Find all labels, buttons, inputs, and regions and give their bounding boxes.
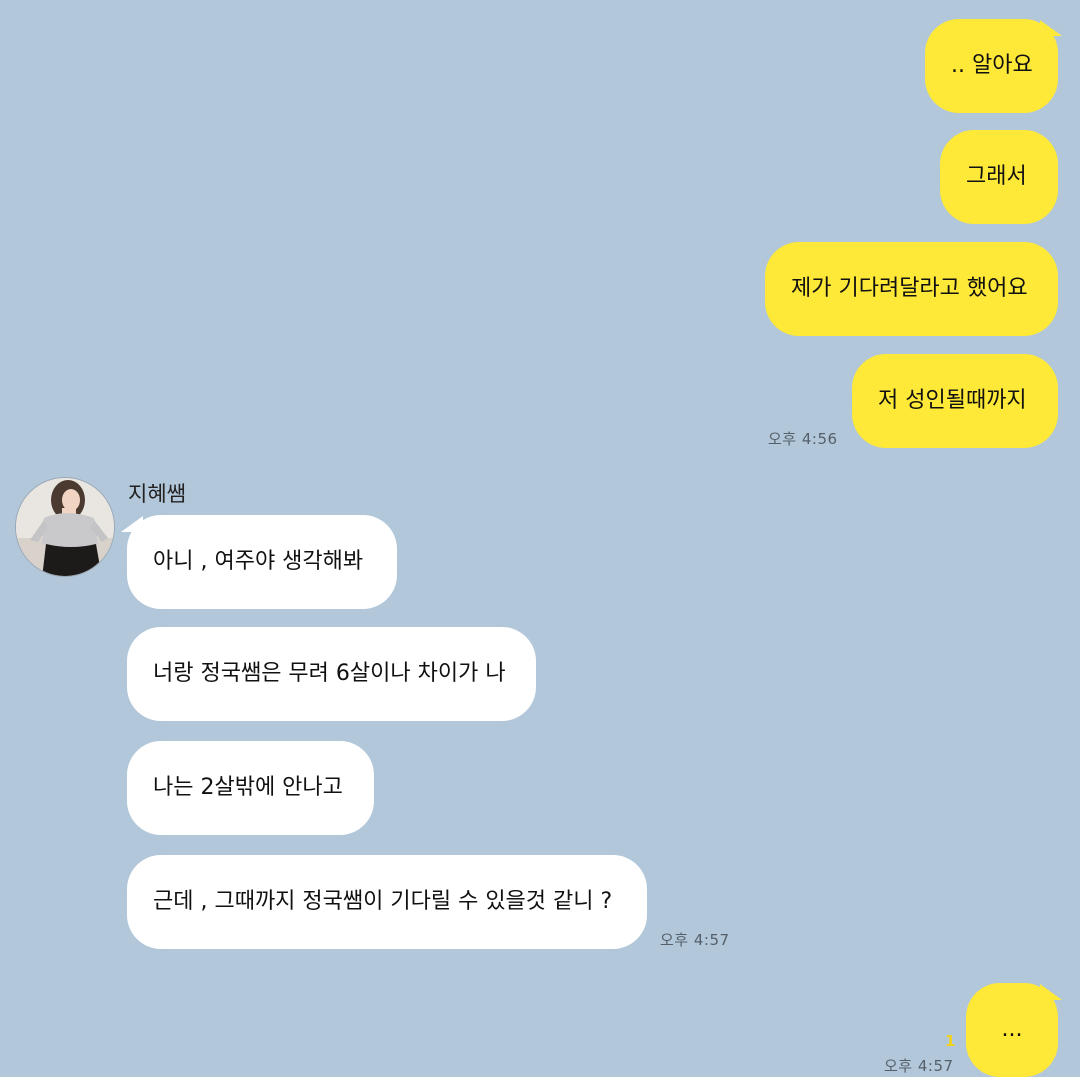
received-message-bubble[interactable]: 너랑 정국쌤은 무려 6살이나 차이가 나 <box>127 627 536 721</box>
my-message-bubble[interactable]: 제가 기다려달라고 했어요 <box>765 242 1058 336</box>
my-message-bubble[interactable]: 그래서 <box>940 130 1058 224</box>
received-message-bubble[interactable]: 나는 2살밖에 안나고 <box>127 741 374 835</box>
profile-avatar[interactable] <box>15 477 115 577</box>
unread-count-badge: 1 <box>945 1032 956 1050</box>
message-timestamp: 오후 4:57 <box>660 931 730 949</box>
received-message-bubble[interactable]: 아니 , 여주야 생각해봐 <box>127 515 397 609</box>
my-message-bubble[interactable]: .. 알아요 <box>925 19 1058 113</box>
my-message-bubble[interactable]: ... <box>966 983 1058 1077</box>
avatar-photo-icon <box>16 478 114 576</box>
message-timestamp: 오후 4:56 <box>768 430 838 448</box>
sender-name: 지혜쌤 <box>128 482 186 506</box>
received-message-bubble[interactable]: 근데 , 그때까지 정국쌤이 기다릴 수 있을것 같니 ? <box>127 855 647 949</box>
message-timestamp: 오후 4:57 <box>884 1057 954 1075</box>
my-message-bubble[interactable]: 저 성인될때까지 <box>852 354 1058 448</box>
